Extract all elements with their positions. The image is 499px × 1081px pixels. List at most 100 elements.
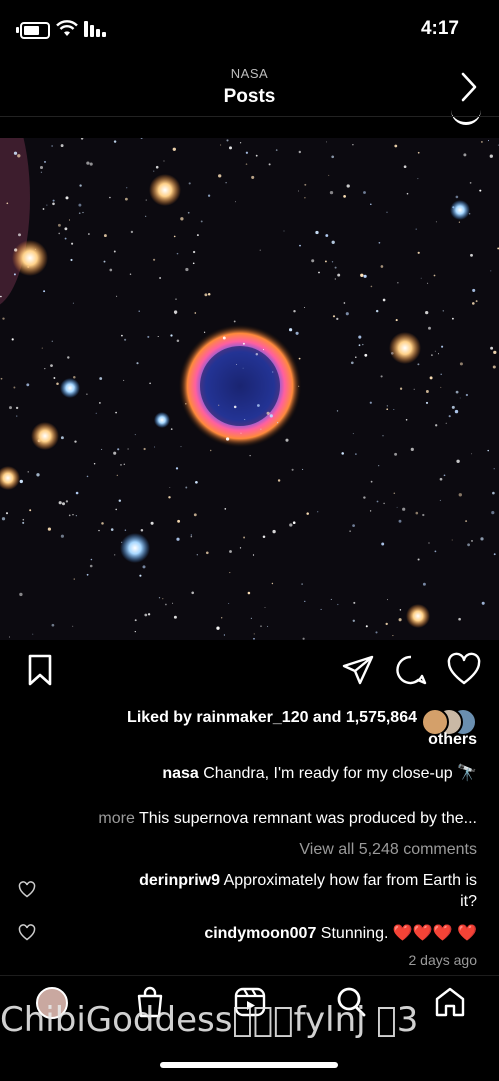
star-dot <box>42 208 45 210</box>
comment-like-heart-icon[interactable] <box>18 924 36 942</box>
star-dot <box>173 310 178 314</box>
star-dot <box>224 508 227 510</box>
star-dot <box>396 506 398 508</box>
battery-tip <box>16 27 19 33</box>
more-link[interactable]: more <box>98 810 134 827</box>
view-all-comments-link[interactable]: View all 5,248 comments <box>299 841 477 859</box>
star-dot <box>267 625 269 627</box>
star-dot <box>159 277 162 279</box>
star-dot <box>331 261 334 263</box>
star-dot <box>472 288 476 292</box>
star-dot <box>272 371 274 373</box>
star-dot <box>358 344 361 347</box>
star-dot <box>58 501 62 505</box>
star-dot <box>422 582 426 586</box>
star-dot <box>145 215 147 217</box>
comment-username[interactable]: cindymoon007 <box>204 925 316 942</box>
star-dot <box>458 493 462 497</box>
save-bookmark-icon[interactable] <box>22 652 58 688</box>
star-dot <box>173 615 177 619</box>
liked-by-others[interactable]: others <box>428 731 477 749</box>
star-dot <box>52 202 55 206</box>
star-dot <box>205 551 209 555</box>
star-dot <box>427 282 429 284</box>
star-dot <box>200 220 203 223</box>
star-dot <box>218 174 222 178</box>
star-dot <box>304 600 306 603</box>
post-image[interactable] <box>0 138 499 640</box>
star-dot <box>9 636 10 638</box>
star-dot <box>113 140 117 143</box>
star-dot <box>439 499 441 501</box>
star-dot <box>352 524 355 527</box>
star-dot <box>465 520 468 523</box>
comment-like-heart-icon[interactable] <box>18 881 36 899</box>
star-dot <box>341 452 344 455</box>
star-dot <box>324 260 327 263</box>
star-dot <box>352 433 354 435</box>
star-dot <box>89 564 93 568</box>
star-dot <box>451 405 455 409</box>
comment-username[interactable]: derinpriw9 <box>139 872 220 889</box>
star-dot <box>264 607 266 608</box>
star-dot <box>363 274 367 278</box>
back-chevron-icon[interactable] <box>455 70 483 104</box>
star-dot <box>123 379 125 381</box>
star-dot <box>115 411 117 414</box>
telescope-emoji: 🔭 <box>457 765 477 782</box>
star-dot <box>445 422 447 424</box>
star-dot <box>170 334 173 337</box>
star-dot <box>268 163 271 166</box>
star-dot <box>126 187 128 189</box>
star-dot <box>329 190 334 195</box>
star-dot <box>130 230 134 234</box>
star-dot <box>249 455 251 457</box>
star-dot <box>124 338 127 341</box>
star-dot <box>16 415 18 417</box>
star-dot <box>370 480 373 483</box>
comment-icon[interactable] <box>393 652 429 688</box>
star-dot <box>207 292 211 296</box>
star-dot <box>124 529 127 531</box>
star-dot <box>417 151 420 154</box>
star-dot <box>480 537 484 541</box>
caption-more-line: more This supernova remnant was produced… <box>98 810 477 828</box>
star-dot <box>176 537 180 541</box>
star-dot <box>260 625 262 627</box>
star-dot <box>435 424 438 427</box>
star-dot <box>489 154 493 158</box>
like-heart-icon[interactable] <box>446 652 482 688</box>
post-timestamp: 2 days ago <box>408 952 478 968</box>
star-dot <box>394 144 398 148</box>
star-dot <box>180 217 184 221</box>
star-dot <box>72 625 74 627</box>
star-dot <box>115 508 117 511</box>
star-dot <box>343 195 346 198</box>
star-dot <box>346 184 350 188</box>
star-dot <box>93 462 96 465</box>
star-dot <box>109 268 113 272</box>
star-dot <box>326 141 328 143</box>
star-dot <box>239 142 242 144</box>
liked-by-text[interactable]: Liked by rainmaker_120 and 1,575,864 <box>127 709 417 727</box>
star-dot <box>380 375 383 378</box>
star-dot <box>452 317 454 320</box>
star-dot <box>293 309 296 313</box>
star-dot <box>52 199 55 202</box>
star-dot <box>433 274 436 277</box>
star-dot <box>242 342 245 345</box>
star-dot <box>428 326 431 330</box>
star-dot <box>176 339 180 342</box>
star-dot <box>196 554 198 556</box>
star-dot <box>490 346 494 350</box>
star-dot <box>0 295 2 298</box>
avatar-ring-partial <box>451 100 481 125</box>
star-dot <box>234 201 236 203</box>
share-icon[interactable] <box>340 652 376 688</box>
star-dot <box>75 491 79 495</box>
star-dot <box>386 408 389 411</box>
star-dot <box>328 174 330 176</box>
star-dot <box>336 410 339 412</box>
star-dot <box>29 509 32 512</box>
caption-username[interactable]: nasa <box>162 765 198 782</box>
